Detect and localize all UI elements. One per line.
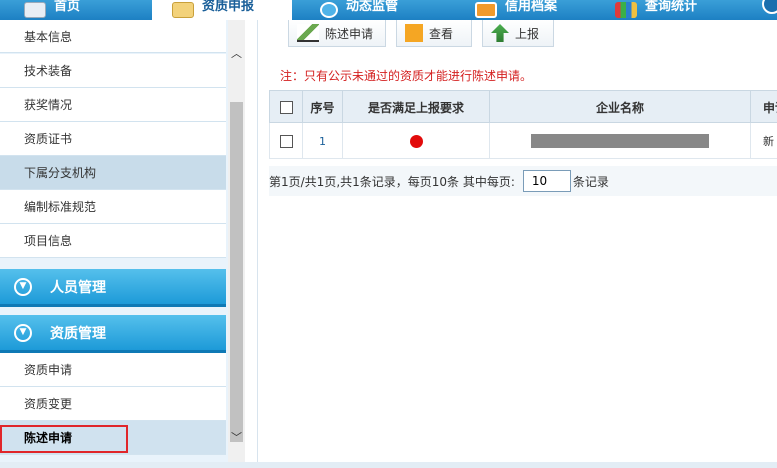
pencil-icon (297, 24, 319, 42)
tab-query-statistics-label: 查询统计 (645, 0, 698, 14)
top-nav-bar: 首页 资质申报 动态监管 信用档案 查询统计 (0, 0, 777, 20)
sidebar-item-qualification-certificate[interactable]: 资质证书 (0, 122, 226, 156)
chevron-down-icon: ▼ (14, 323, 32, 342)
sidebar-item-label: 项目信息 (24, 234, 73, 248)
tab-dynamic-supervision-label: 动态监管 (346, 0, 399, 14)
column-header-meets-requirement: 是否满足上报要求 (343, 91, 490, 124)
sidebar-item-label: 资质证书 (24, 132, 73, 146)
tab-qualification-report[interactable]: 资质申报 (152, 0, 292, 20)
sidebar-item-label: 资质变更 (24, 397, 73, 411)
upload-arrow-icon (491, 24, 509, 42)
home-icon (24, 2, 46, 18)
section-label: 人员管理 (50, 279, 106, 296)
sidebar-item-branch-offices[interactable]: 下属分支机构 (0, 156, 226, 190)
sidebar-item-label: 编制标准规范 (24, 200, 97, 214)
tab-query-statistics[interactable]: 查询统计 (615, 0, 755, 20)
sidebar-item-qualification-change[interactable]: 资质变更 (0, 387, 226, 421)
scroll-up-arrow-icon[interactable]: ︿ (228, 44, 245, 61)
tab-credit-archive-label: 信用档案 (505, 0, 558, 14)
row-status-cell (343, 123, 490, 159)
notice-text: 注：只有公示未通过的资质才能进行陈述申请。 (280, 69, 533, 83)
select-all-cell (270, 91, 303, 124)
current-item-highlight (0, 425, 128, 453)
row-index: 1 (303, 123, 343, 159)
sidebar: 基本信息 技术装备 获奖情况 资质证书 下属分支机构 编制标准规范 项目信息 ▼… (0, 20, 245, 462)
pagination-summary: 第1页/共1页,共1条记录，每页10条 其中每页: (269, 174, 515, 189)
sidebar-item-label: 资质申请 (24, 363, 73, 377)
pencil-icon (172, 2, 194, 18)
main-content: 陈述申请 查看 上报 注：只有公示未通过的资质才能进行陈述申请。 序号 是否满足… (257, 20, 777, 468)
pagination-suffix: 条记录 (572, 174, 609, 189)
sidebar-item-label: 下属分支机构 (24, 166, 97, 180)
sidebar-item-qualification-application[interactable]: 资质申请 (0, 353, 226, 387)
row-application: 新 (763, 135, 774, 148)
row-company-name (490, 123, 751, 159)
view-button-label: 查看 (429, 26, 454, 41)
sidebar-item-label: 技术装备 (24, 64, 73, 78)
globe-icon (320, 2, 338, 18)
tab-more-icon[interactable] (762, 0, 777, 14)
row-checkbox[interactable] (279, 134, 293, 148)
sidebar-section-personnel[interactable]: ▼ 人员管理 (0, 269, 226, 307)
column-header-company-name: 企业名称 (490, 91, 751, 124)
scroll-down-arrow-icon[interactable]: ﹀ (228, 428, 245, 445)
sidebar-item-standards[interactable]: 编制标准规范 (0, 190, 226, 224)
scroll-thumb[interactable] (230, 102, 243, 442)
sidebar-item-basic-info[interactable]: 基本信息 (0, 20, 226, 53)
document-view-icon (405, 24, 423, 42)
status-indicator-icon (409, 134, 423, 148)
sidebar-section-qualification[interactable]: ▼ 资质管理 (0, 315, 226, 353)
sidebar-scrollbar[interactable]: ︿ ﹀ (228, 20, 245, 462)
tab-qualification-report-label: 资质申报 (202, 0, 255, 14)
statement-button-label: 陈述申请 (325, 26, 374, 41)
statement-button[interactable]: 陈述申请 (288, 20, 386, 47)
folder-icon (475, 2, 497, 18)
column-header-index: 序号 (303, 91, 343, 124)
report-button-label: 上报 (515, 26, 540, 41)
report-button[interactable]: 上报 (482, 20, 554, 47)
bar-chart-icon (615, 2, 637, 18)
pagination-bar: 第1页/共1页,共1条记录，每页10条 其中每页: 条记录 (269, 166, 777, 196)
table-header: 序号 是否满足上报要求 企业名称 申请 (269, 90, 777, 124)
table-row[interactable]: 1 新 (269, 123, 777, 159)
redacted-company-name (531, 134, 709, 148)
bottom-edge (0, 462, 777, 468)
sidebar-item-technical-equipment[interactable]: 技术装备 (0, 54, 226, 88)
section-label: 资质管理 (50, 325, 106, 342)
sidebar-item-label: 基本信息 (24, 29, 73, 44)
view-button[interactable]: 查看 (396, 20, 472, 47)
tab-home[interactable]: 首页 (24, 0, 134, 20)
tab-home-label: 首页 (54, 0, 81, 14)
sidebar-item-project-info[interactable]: 项目信息 (0, 224, 226, 258)
sidebar-item-awards[interactable]: 获奖情况 (0, 88, 226, 122)
select-all-checkbox[interactable] (279, 101, 293, 114)
row-select-cell (270, 123, 303, 159)
tab-credit-archive[interactable]: 信用档案 (475, 0, 595, 20)
page-size-input[interactable] (522, 170, 571, 192)
sidebar-item-label: 获奖情况 (24, 98, 73, 112)
chevron-down-icon: ▼ (14, 277, 32, 296)
column-header-application: 申请 (763, 101, 777, 115)
tab-dynamic-supervision[interactable]: 动态监管 (320, 0, 450, 20)
